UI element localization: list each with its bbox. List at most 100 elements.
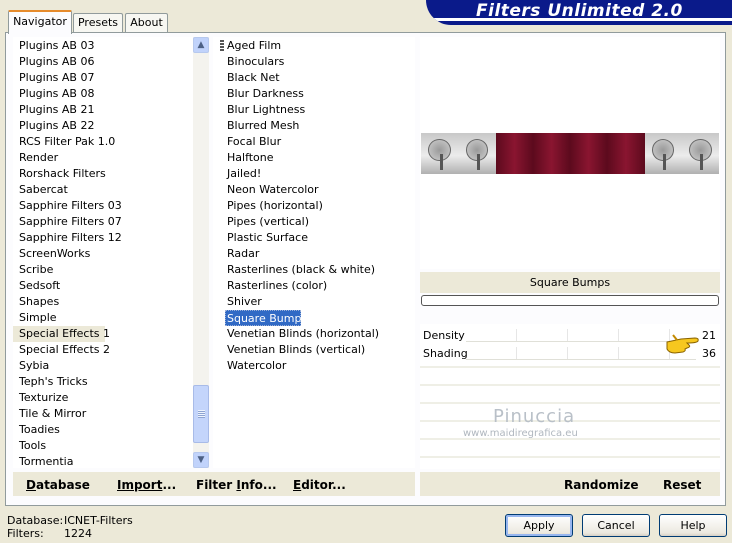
filter-item[interactable]: Radar (222, 246, 259, 262)
filter-item[interactable]: Jailed! (222, 166, 261, 182)
red-bump-tile (570, 133, 608, 174)
red-bump-tile (607, 133, 645, 174)
tree-thumbnail (681, 133, 719, 174)
database-button[interactable]: Database (26, 478, 90, 492)
filter-item[interactable]: Square Bumps (225, 310, 307, 326)
tab-presets[interactable]: Presets (73, 13, 123, 33)
scroll-thumb[interactable] (193, 385, 209, 443)
watermark-url: www.maidiregrafica.eu (463, 428, 578, 439)
category-item[interactable]: Texturize (13, 390, 68, 406)
category-item[interactable]: Plugins AB 08 (13, 86, 94, 102)
filter-item[interactable]: Focal Blur (222, 134, 281, 150)
divider (420, 384, 720, 386)
watermark-name: Pinuccia (493, 406, 576, 427)
category-item[interactable]: Teph's Tricks (13, 374, 88, 390)
status-value: ICNET-Filters (64, 514, 133, 527)
grip-icon (198, 410, 205, 418)
category-list[interactable]: Plugins AB 03 Plugins AB 06 Plugins AB 07 P… (13, 37, 193, 468)
filter-item[interactable]: Venetian Blinds (vertical) (222, 342, 365, 358)
category-item[interactable]: Scribe (13, 262, 53, 278)
param-label: Shading (423, 347, 468, 360)
filter-item[interactable]: Watercolor (222, 358, 286, 374)
category-item[interactable]: Special Effects 2 (13, 342, 110, 358)
category-item[interactable]: Plugins AB 07 (13, 70, 94, 86)
category-item[interactable]: ScreenWorks (13, 246, 90, 262)
tab-navigator[interactable]: Navigator (8, 10, 72, 34)
category-item[interactable]: Plugins AB 21 (13, 102, 94, 118)
category-item[interactable]: Tile & Mirror (13, 406, 86, 422)
category-item[interactable]: Plugins AB 06 (13, 54, 94, 70)
category-item[interactable]: Sabercat (13, 182, 68, 198)
tab-about[interactable]: About (125, 13, 168, 33)
category-item[interactable]: Simple (13, 310, 57, 326)
apply-button[interactable]: Apply (505, 514, 573, 537)
randomize-button[interactable]: Randomize (564, 478, 638, 492)
category-item[interactable]: Shapes (13, 294, 59, 310)
divider (420, 402, 720, 404)
category-item[interactable]: Toadies (13, 422, 60, 438)
filter-name-label: Square Bumps (420, 272, 720, 293)
category-item[interactable]: Tormentia (13, 454, 73, 468)
pointing-hand-icon (666, 334, 699, 354)
filter-item[interactable]: Pipes (vertical) (222, 214, 309, 230)
category-item[interactable]: Sapphire Filters 07 (13, 214, 122, 230)
filter-item[interactable]: Rasterlines (black & white) (222, 262, 375, 278)
filter-item[interactable]: Halftone (222, 150, 274, 166)
filter-item[interactable]: Aged Film (222, 38, 281, 54)
filter-info-button[interactable]: Filter Info... (196, 478, 277, 492)
import-button[interactable]: Import... (117, 478, 176, 492)
reset-button[interactable]: Reset (663, 478, 701, 492)
progress-bar (421, 295, 719, 306)
filter-item[interactable]: Plastic Surface (222, 230, 308, 246)
filter-item[interactable]: Binoculars (222, 54, 284, 70)
filter-item[interactable]: Black Net (222, 70, 280, 86)
divider (420, 456, 720, 458)
preview-image (421, 133, 719, 174)
filter-item[interactable]: Shiver (222, 294, 262, 310)
category-item[interactable]: Plugins AB 03 (13, 38, 94, 54)
chevron-down-icon[interactable]: ▼ (193, 452, 209, 468)
filter-list[interactable]: Aged Film Binoculars Black Net Blur Darknes… (213, 37, 415, 468)
filter-item[interactable]: Pipes (horizontal) (222, 198, 323, 214)
status-label: Database: (7, 514, 64, 527)
category-item[interactable]: RCS Filter Pak 1.0 (13, 134, 115, 150)
filter-item[interactable]: Blur Lightness (222, 102, 305, 118)
category-item[interactable]: Rorshack Filters (13, 166, 106, 182)
chevron-up-icon[interactable]: ▲ (193, 37, 209, 53)
filter-item[interactable]: Blurred Mesh (222, 118, 299, 134)
category-item[interactable]: Sedsoft (13, 278, 60, 294)
cancel-button[interactable]: Cancel (582, 514, 650, 537)
filter-item[interactable]: Rasterlines (color) (222, 278, 327, 294)
density-slider[interactable] (466, 329, 696, 342)
status-database: Database: ICNET-Filters (7, 514, 133, 527)
param-value: 21 (702, 329, 716, 342)
tree-thumbnail (644, 133, 682, 174)
param-value: 36 (702, 347, 716, 360)
status-filters: Filters: 1224 (7, 527, 92, 540)
category-item[interactable]: Special Effects 1 (13, 326, 110, 342)
tree-thumbnail (421, 133, 459, 174)
category-item[interactable]: Plugins AB 22 (13, 118, 94, 134)
red-bump-tile (532, 133, 570, 174)
filter-item[interactable]: Neon Watercolor (222, 182, 319, 198)
status-label: Filters: (7, 527, 44, 540)
app-title: Filters Unlimited 2.0 (476, 1, 683, 21)
filter-item[interactable]: Venetian Blinds (horizontal) (222, 326, 379, 342)
red-bump-tile (495, 133, 533, 174)
help-button[interactable]: Help (659, 514, 727, 537)
shading-slider[interactable] (466, 347, 696, 360)
divider (420, 366, 720, 368)
category-item[interactable]: Tools (13, 438, 46, 454)
editor-button[interactable]: Editor... (293, 478, 346, 492)
drag-handle-icon (220, 40, 224, 52)
status-value: 1224 (64, 527, 92, 540)
category-item[interactable]: Sapphire Filters 03 (13, 198, 122, 214)
param-label: Density (423, 329, 465, 342)
category-item[interactable]: Render (13, 150, 58, 166)
tree-thumbnail (458, 133, 496, 174)
category-item[interactable]: Sapphire Filters 12 (13, 230, 122, 246)
category-scrollbar[interactable]: ▲ ▼ (193, 37, 209, 468)
title-banner: Filters Unlimited 2.0 (426, 0, 732, 25)
category-item[interactable]: Sybia (13, 358, 49, 374)
filter-item[interactable]: Blur Darkness (222, 86, 304, 102)
